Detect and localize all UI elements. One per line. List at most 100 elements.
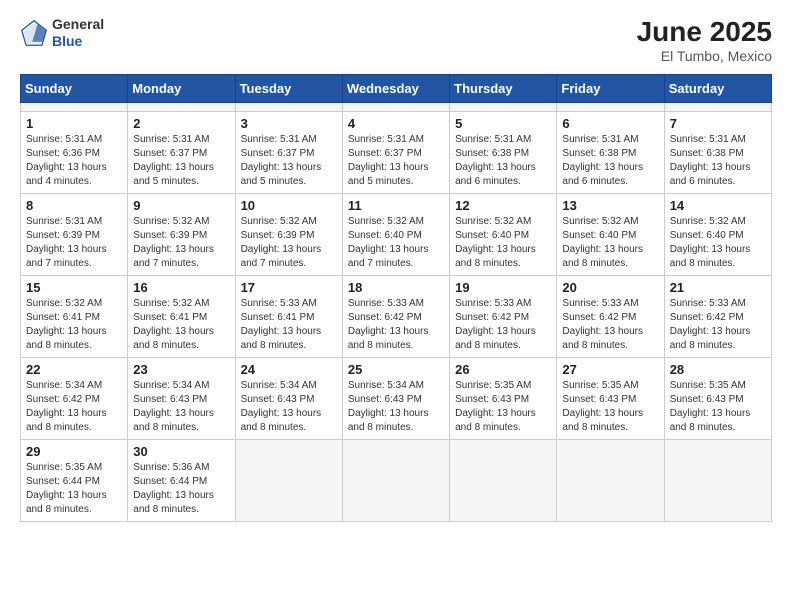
calendar-cell: 25 Sunrise: 5:34 AMSunset: 6:43 PMDayligh…: [342, 358, 449, 440]
calendar-cell: [450, 440, 557, 522]
day-number: 30: [133, 444, 229, 459]
calendar-cell: [450, 103, 557, 112]
cell-info: Sunrise: 5:31 AMSunset: 6:37 PMDaylight:…: [348, 133, 444, 189]
cell-info: Sunrise: 5:32 AMSunset: 6:39 PMDaylight:…: [241, 215, 337, 271]
calendar-cell: 21 Sunrise: 5:33 AMSunset: 6:42 PMDayligh…: [664, 276, 771, 358]
cell-info: Sunrise: 5:33 AMSunset: 6:42 PMDaylight:…: [562, 297, 658, 353]
day-number: 19: [455, 280, 551, 295]
calendar-cell: [21, 103, 128, 112]
cell-info: Sunrise: 5:33 AMSunset: 6:42 PMDaylight:…: [348, 297, 444, 353]
calendar-cell: [235, 103, 342, 112]
cell-info: Sunrise: 5:35 AMSunset: 6:43 PMDaylight:…: [670, 379, 766, 435]
weekday-header: Friday: [557, 75, 664, 103]
calendar-cell: [235, 440, 342, 522]
cell-info: Sunrise: 5:32 AMSunset: 6:39 PMDaylight:…: [133, 215, 229, 271]
day-number: 21: [670, 280, 766, 295]
calendar-cell: 5 Sunrise: 5:31 AMSunset: 6:38 PMDaylight…: [450, 112, 557, 194]
weekday-header-row: SundayMondayTuesdayWednesdayThursdayFrid…: [21, 75, 772, 103]
cell-info: Sunrise: 5:36 AMSunset: 6:44 PMDaylight:…: [133, 461, 229, 517]
calendar-cell: 4 Sunrise: 5:31 AMSunset: 6:37 PMDaylight…: [342, 112, 449, 194]
day-number: 27: [562, 362, 658, 377]
calendar-cell: 24 Sunrise: 5:34 AMSunset: 6:43 PMDayligh…: [235, 358, 342, 440]
calendar-cell: 11Sunrise: 5:32 AMSunset: 6:40 PMDayligh…: [342, 194, 449, 276]
day-number: 16: [133, 280, 229, 295]
day-number: 18: [348, 280, 444, 295]
day-number: 10: [241, 198, 337, 213]
day-number: 6: [562, 116, 658, 131]
cell-info: Sunrise: 5:34 AMSunset: 6:43 PMDaylight:…: [348, 379, 444, 435]
logo-general: General: [52, 16, 104, 33]
cell-info: Sunrise: 5:33 AMSunset: 6:42 PMDaylight:…: [670, 297, 766, 353]
calendar-cell: 26 Sunrise: 5:35 AMSunset: 6:43 PMDayligh…: [450, 358, 557, 440]
calendar-cell: [128, 103, 235, 112]
calendar-cell: 23 Sunrise: 5:34 AMSunset: 6:43 PMDayligh…: [128, 358, 235, 440]
cell-info: Sunrise: 5:32 AMSunset: 6:40 PMDaylight:…: [670, 215, 766, 271]
calendar-cell: 2 Sunrise: 5:31 AMSunset: 6:37 PMDaylight…: [128, 112, 235, 194]
cell-info: Sunrise: 5:34 AMSunset: 6:43 PMDaylight:…: [241, 379, 337, 435]
calendar-cell: [342, 440, 449, 522]
calendar-cell: 10 Sunrise: 5:32 AMSunset: 6:39 PMDayligh…: [235, 194, 342, 276]
day-number: 13: [562, 198, 658, 213]
logo-text: General Blue: [52, 16, 104, 50]
calendar-cell: [557, 440, 664, 522]
day-number: 3: [241, 116, 337, 131]
calendar-week-row: [21, 103, 772, 112]
weekday-header: Monday: [128, 75, 235, 103]
cell-info: Sunrise: 5:35 AMSunset: 6:44 PMDaylight:…: [26, 461, 122, 517]
calendar-cell: 7Sunrise: 5:31 AMSunset: 6:38 PMDaylight…: [664, 112, 771, 194]
day-number: 11: [348, 198, 444, 213]
day-number: 24: [241, 362, 337, 377]
weekday-header: Wednesday: [342, 75, 449, 103]
day-number: 5: [455, 116, 551, 131]
calendar-week-row: 15Sunrise: 5:32 AMSunset: 6:41 PMDayligh…: [21, 276, 772, 358]
calendar-cell: 13 Sunrise: 5:32 AMSunset: 6:40 PMDayligh…: [557, 194, 664, 276]
day-number: 23: [133, 362, 229, 377]
calendar-week-row: 22 Sunrise: 5:34 AMSunset: 6:42 PMDayligh…: [21, 358, 772, 440]
calendar-cell: 8 Sunrise: 5:31 AMSunset: 6:39 PMDaylight…: [21, 194, 128, 276]
calendar-cell: 6Sunrise: 5:31 AMSunset: 6:38 PMDaylight…: [557, 112, 664, 194]
calendar-cell: 15Sunrise: 5:32 AMSunset: 6:41 PMDayligh…: [21, 276, 128, 358]
logo: General Blue: [20, 16, 104, 50]
day-number: 17: [241, 280, 337, 295]
cell-info: Sunrise: 5:35 AMSunset: 6:43 PMDaylight:…: [562, 379, 658, 435]
cell-info: Sunrise: 5:31 AMSunset: 6:39 PMDaylight:…: [26, 215, 122, 271]
location: El Tumbo, Mexico: [637, 48, 772, 64]
calendar-cell: 14 Sunrise: 5:32 AMSunset: 6:40 PMDayligh…: [664, 194, 771, 276]
cell-info: Sunrise: 5:33 AMSunset: 6:42 PMDaylight:…: [455, 297, 551, 353]
calendar-cell: [664, 440, 771, 522]
day-number: 14: [670, 198, 766, 213]
calendar-cell: 3Sunrise: 5:31 AMSunset: 6:37 PMDaylight…: [235, 112, 342, 194]
calendar-cell: [342, 103, 449, 112]
cell-info: Sunrise: 5:33 AMSunset: 6:41 PMDaylight:…: [241, 297, 337, 353]
calendar-cell: 19 Sunrise: 5:33 AMSunset: 6:42 PMDayligh…: [450, 276, 557, 358]
calendar-cell: 29Sunrise: 5:35 AMSunset: 6:44 PMDayligh…: [21, 440, 128, 522]
weekday-header: Thursday: [450, 75, 557, 103]
cell-info: Sunrise: 5:31 AMSunset: 6:38 PMDaylight:…: [670, 133, 766, 189]
day-number: 25: [348, 362, 444, 377]
cell-info: Sunrise: 5:31 AMSunset: 6:38 PMDaylight:…: [455, 133, 551, 189]
cell-info: Sunrise: 5:35 AMSunset: 6:43 PMDaylight:…: [455, 379, 551, 435]
calendar-cell: 16Sunrise: 5:32 AMSunset: 6:41 PMDayligh…: [128, 276, 235, 358]
day-number: 2: [133, 116, 229, 131]
day-number: 8: [26, 198, 122, 213]
calendar-cell: 27 Sunrise: 5:35 AMSunset: 6:43 PMDayligh…: [557, 358, 664, 440]
cell-info: Sunrise: 5:34 AMSunset: 6:42 PMDaylight:…: [26, 379, 122, 435]
weekday-header: Saturday: [664, 75, 771, 103]
calendar-cell: 28Sunrise: 5:35 AMSunset: 6:43 PMDayligh…: [664, 358, 771, 440]
day-number: 22: [26, 362, 122, 377]
month-title: June 2025: [637, 16, 772, 48]
weekday-header: Tuesday: [235, 75, 342, 103]
cell-info: Sunrise: 5:32 AMSunset: 6:40 PMDaylight:…: [455, 215, 551, 271]
day-number: 26: [455, 362, 551, 377]
day-number: 9: [133, 198, 229, 213]
day-number: 4: [348, 116, 444, 131]
cell-info: Sunrise: 5:31 AMSunset: 6:36 PMDaylight:…: [26, 133, 122, 189]
header: General Blue June 2025 El Tumbo, Mexico: [20, 16, 772, 64]
cell-info: Sunrise: 5:34 AMSunset: 6:43 PMDaylight:…: [133, 379, 229, 435]
cell-info: Sunrise: 5:31 AMSunset: 6:37 PMDaylight:…: [133, 133, 229, 189]
calendar-cell: 30 Sunrise: 5:36 AMSunset: 6:44 PMDayligh…: [128, 440, 235, 522]
day-number: 20: [562, 280, 658, 295]
cell-info: Sunrise: 5:32 AMSunset: 6:40 PMDaylight:…: [562, 215, 658, 271]
title-block: June 2025 El Tumbo, Mexico: [637, 16, 772, 64]
calendar-week-row: 1Sunrise: 5:31 AMSunset: 6:36 PMDaylight…: [21, 112, 772, 194]
